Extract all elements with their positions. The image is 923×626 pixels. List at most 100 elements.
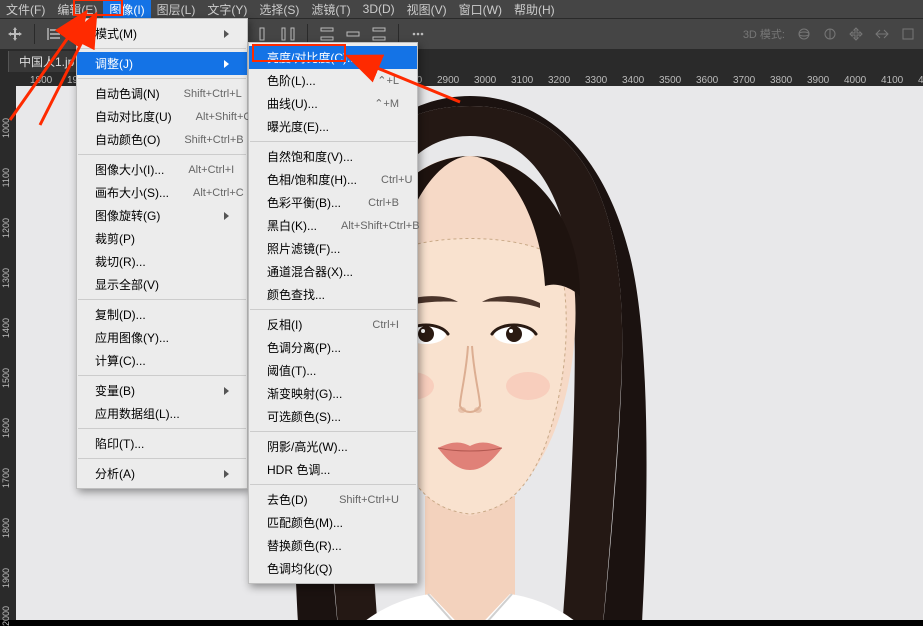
menu-separator	[78, 299, 246, 300]
ruler-vertical: 1000 1100 1200 1300 1400 1500 1600 1700 …	[0, 86, 16, 620]
image-menu-item-17[interactable]: 分析(A)	[77, 462, 247, 485]
adjust-submenu-item-2[interactable]: 曲线(U)... ⌃+M	[249, 92, 417, 115]
image-menu-item-15[interactable]: 应用数据组(L)...	[77, 402, 247, 425]
roll-3d-icon[interactable]	[819, 23, 841, 45]
align-left-icon[interactable]	[43, 23, 65, 45]
adjust-submenu-item-shortcut: Ctrl+I	[372, 319, 399, 331]
adjust-submenu-item-label: 色相/饱和度(H)...	[267, 171, 357, 188]
adjust-submenu-item-21[interactable]: 色调均化(Q)	[249, 557, 417, 580]
menu-separator	[250, 431, 416, 432]
image-menu-item-14[interactable]: 变量(B)	[77, 379, 247, 402]
adjust-submenu-item-3[interactable]: 曝光度(E)...	[249, 115, 417, 138]
adjust-submenu-item-13[interactable]: 阈值(T)...	[249, 359, 417, 382]
menu-file[interactable]: 文件(F)	[0, 0, 51, 19]
image-menu-item-label: 计算(C)...	[95, 352, 146, 369]
adjust-submenu-item-15[interactable]: 可选颜色(S)...	[249, 405, 417, 428]
menu-layer[interactable]: 图层(L)	[151, 0, 202, 19]
image-menu-item-label: 自动对比度(U)	[95, 108, 172, 125]
adjust-submenu-item-shortcut: Shift+Ctrl+U	[339, 494, 399, 506]
image-menu-item-label: 应用数据组(L)...	[95, 405, 180, 422]
image-menu-item-1[interactable]: 调整(J)	[77, 52, 247, 75]
image-menu-item-label: 显示全部(V)	[95, 276, 159, 293]
image-menu-item-label: 图像大小(I)...	[95, 161, 164, 178]
menubar: 文件(F) 编辑(E) 图像(I) 图层(L) 文字(Y) 选择(S) 滤镜(T…	[0, 0, 923, 18]
adjust-submenu-item-label: 曝光度(E)...	[267, 118, 329, 135]
image-menu-item-shortcut: Shift+Ctrl+L	[184, 88, 242, 100]
image-menu-item-label: 自动色调(N)	[95, 85, 160, 102]
adjust-submenu-item-16[interactable]: 阴影/高光(W)...	[249, 435, 417, 458]
adjust-submenu-item-shortcut: ⌃+M	[374, 97, 399, 110]
adjust-submenu-item-0[interactable]: 亮度/对比度(C)...	[249, 46, 417, 69]
adjust-submenu-item-shortcut: Ctrl+U	[381, 174, 412, 186]
menu-separator	[250, 484, 416, 485]
image-menu-item-6[interactable]: 画布大小(S)...Alt+Ctrl+C	[77, 181, 247, 204]
menu-window[interactable]: 窗口(W)	[453, 0, 508, 19]
adjust-submenu-item-5[interactable]: 色相/饱和度(H)... Ctrl+U	[249, 168, 417, 191]
adjust-submenu-item-20[interactable]: 替换颜色(R)...	[249, 534, 417, 557]
adjust-submenu-item-14[interactable]: 渐变映射(G)...	[249, 382, 417, 405]
image-menu-item-label: 裁剪(P)	[95, 230, 135, 247]
adjust-submenu-item-4[interactable]: 自然饱和度(V)...	[249, 145, 417, 168]
menu-edit[interactable]: 编辑(E)	[51, 0, 103, 19]
image-menu-item-10[interactable]: 显示全部(V)	[77, 273, 247, 296]
adjust-submenu-item-label: 去色(D)	[267, 491, 308, 508]
adjust-submenu-item-label: 反相(I)	[267, 316, 302, 333]
adjust-submenu-item-8[interactable]: 照片滤镜(F)...	[249, 237, 417, 260]
move-tool-icon[interactable]	[4, 23, 26, 45]
adjust-submenu-item-label: 色调均化(Q)	[267, 560, 332, 577]
submenu-arrow-icon	[224, 30, 229, 38]
menu-image[interactable]: 图像(I)	[103, 0, 150, 19]
adjust-submenu-item-label: 曲线(U)...	[267, 95, 318, 112]
menu-filter[interactable]: 滤镜(T)	[305, 0, 356, 19]
pan-3d-icon[interactable]	[845, 23, 867, 45]
image-menu-item-label: 分析(A)	[95, 465, 135, 482]
submenu-arrow-icon	[224, 387, 229, 395]
adjust-submenu-item-1[interactable]: 色阶(L)...⌃+L	[249, 69, 417, 92]
image-menu-item-4[interactable]: 自动颜色(O) Shift+Ctrl+B	[77, 128, 247, 151]
image-menu-item-label: 自动颜色(O)	[95, 131, 160, 148]
adjust-submenu-item-label: 通道混合器(X)...	[267, 263, 353, 280]
adjust-submenu-item-17[interactable]: HDR 色调...	[249, 458, 417, 481]
adjust-submenu-item-label: 色调分离(P)...	[267, 339, 341, 356]
adjust-submenu-item-12[interactable]: 色调分离(P)...	[249, 336, 417, 359]
menu-type[interactable]: 文字(Y)	[201, 0, 253, 19]
scale-3d-icon[interactable]	[897, 23, 919, 45]
menu-separator	[78, 78, 246, 79]
adjust-submenu-item-9[interactable]: 通道混合器(X)...	[249, 260, 417, 283]
image-menu-item-shortcut: Shift+Ctrl+B	[184, 134, 243, 146]
image-menu-item-label: 模式(M)	[95, 25, 137, 42]
image-menu-item-16[interactable]: 陷印(T)...	[77, 432, 247, 455]
menu-3d[interactable]: 3D(D)	[357, 1, 401, 17]
image-menu-item-5[interactable]: 图像大小(I)...Alt+Ctrl+I	[77, 158, 247, 181]
image-menu-item-7[interactable]: 图像旋转(G)	[77, 204, 247, 227]
adjust-submenu-item-11[interactable]: 反相(I) Ctrl+I	[249, 313, 417, 336]
image-menu-item-label: 应用图像(Y)...	[95, 329, 169, 346]
adjust-submenu-item-18[interactable]: 去色(D) Shift+Ctrl+U	[249, 488, 417, 511]
image-menu-item-11[interactable]: 复制(D)...	[77, 303, 247, 326]
adjust-submenu-item-label: 色彩平衡(B)...	[267, 194, 341, 211]
adjust-submenu-item-shortcut: Alt+Shift+Ctrl+B	[341, 220, 420, 232]
image-menu-item-0[interactable]: 模式(M)	[77, 22, 247, 45]
image-menu-item-9[interactable]: 裁切(R)...	[77, 250, 247, 273]
image-menu-item-8[interactable]: 裁剪(P)	[77, 227, 247, 250]
menu-separator	[250, 141, 416, 142]
menu-view[interactable]: 视图(V)	[401, 0, 453, 19]
adjust-submenu-item-19[interactable]: 匹配颜色(M)...	[249, 511, 417, 534]
menu-help[interactable]: 帮助(H)	[508, 0, 561, 19]
submenu-arrow-icon	[224, 60, 229, 68]
menu-separator	[250, 309, 416, 310]
orbit-3d-icon[interactable]	[793, 23, 815, 45]
adjustments-submenu: 亮度/对比度(C)...色阶(L)...⌃+L 曲线(U)... ⌃+M 曝光度(E)…	[248, 42, 418, 584]
image-menu-item-13[interactable]: 计算(C)...	[77, 349, 247, 372]
adjust-submenu-item-10[interactable]: 颜色查找...	[249, 283, 417, 306]
adjust-submenu-item-label: 可选颜色(S)...	[267, 408, 341, 425]
menu-select[interactable]: 选择(S)	[253, 0, 305, 19]
adjust-submenu-item-label: 匹配颜色(M)...	[267, 514, 343, 531]
adjust-submenu-item-7[interactable]: 黑白(K)...Alt+Shift+Ctrl+B	[249, 214, 417, 237]
slide-3d-icon[interactable]	[871, 23, 893, 45]
adjust-submenu-item-6[interactable]: 色彩平衡(B)...Ctrl+B	[249, 191, 417, 214]
image-menu-item-2[interactable]: 自动色调(N) Shift+Ctrl+L	[77, 82, 247, 105]
image-menu-item-12[interactable]: 应用图像(Y)...	[77, 326, 247, 349]
image-menu-item-3[interactable]: 自动对比度(U)Alt+Shift+Ctrl+L	[77, 105, 247, 128]
image-menu-item-shortcut: Alt+Ctrl+C	[193, 187, 244, 199]
